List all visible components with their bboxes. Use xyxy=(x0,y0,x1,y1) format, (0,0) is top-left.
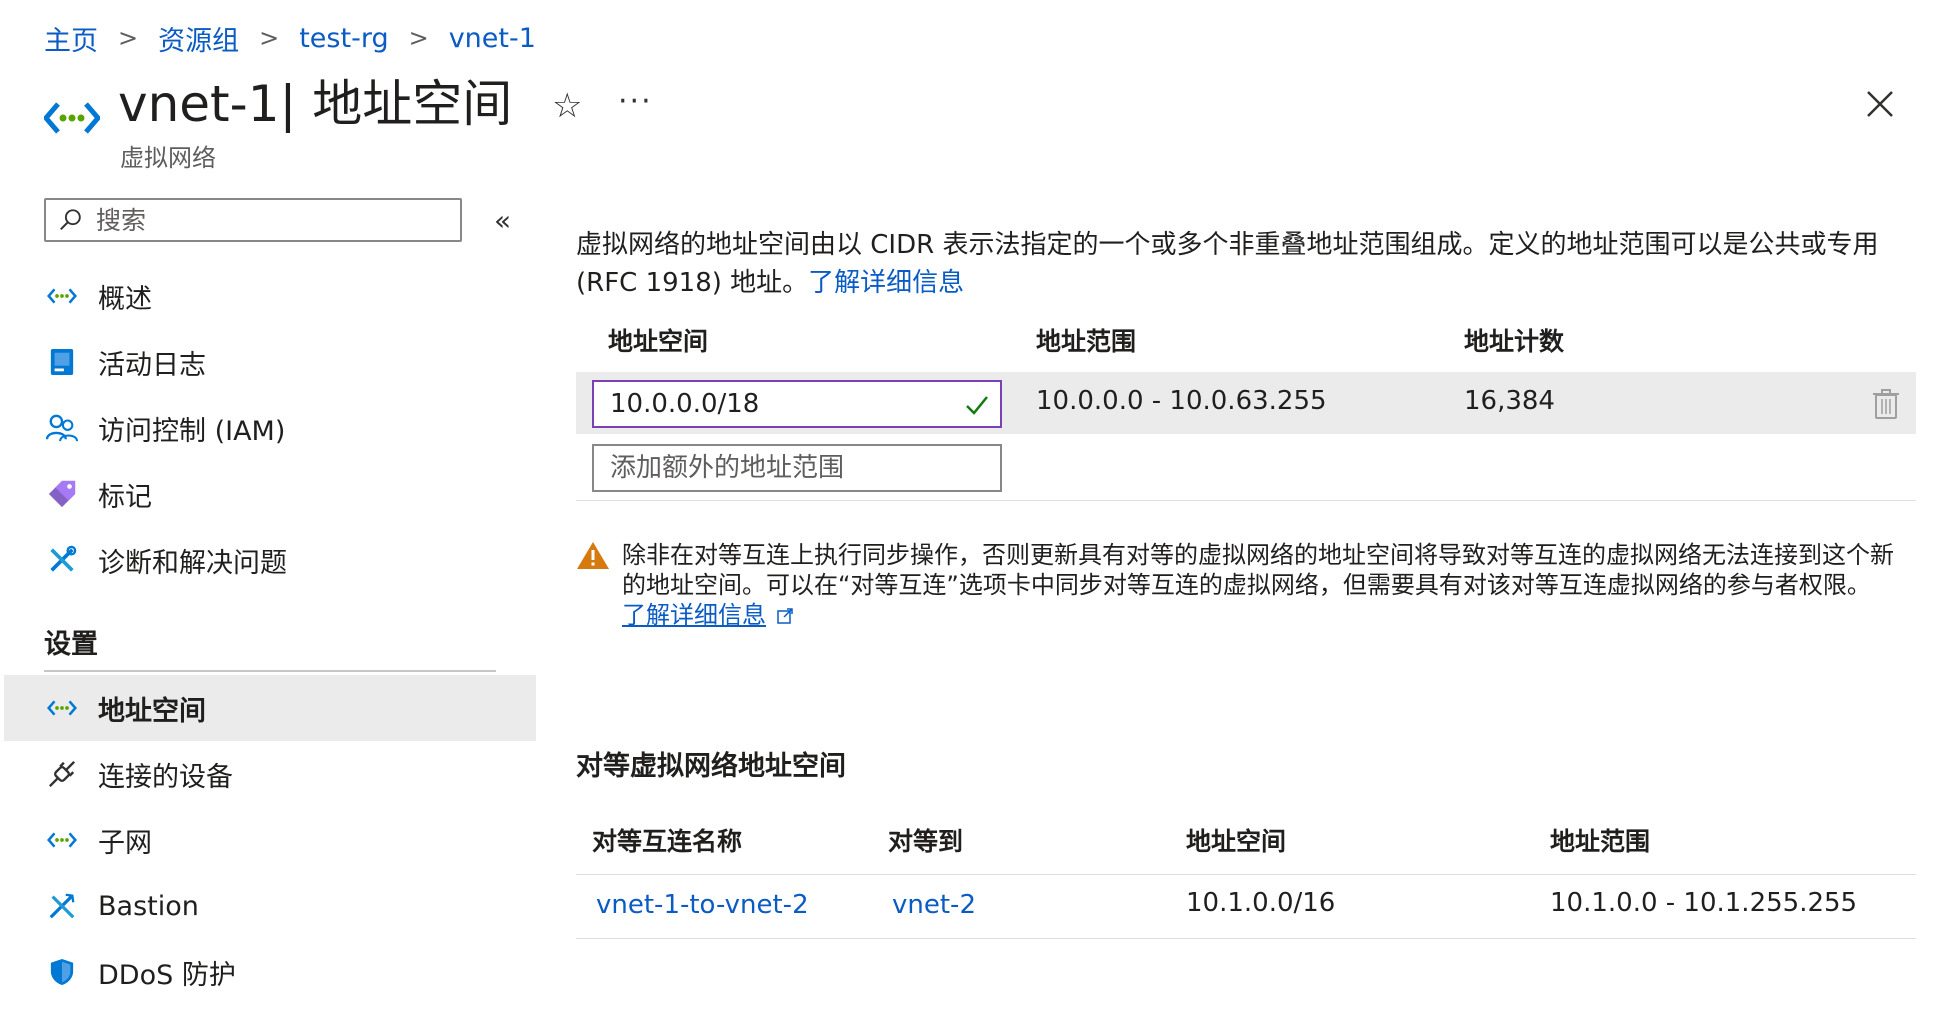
search-icon xyxy=(60,209,81,231)
iam-icon xyxy=(44,410,80,446)
peered-vnet-link[interactable]: vnet-2 xyxy=(892,890,976,920)
column-header-peered-to: 对等到 xyxy=(888,827,964,856)
column-header-address-space: 地址空间 xyxy=(608,327,709,356)
warning-message: 除非在对等互连上执行同步操作，否则更新具有对等的虚拟网络的地址空间将导致对等互连… xyxy=(622,540,1906,630)
peer-address-range-cell: 10.1.0.0 - 10.1.255.255 xyxy=(1550,888,1858,918)
sidebar-item-address-space[interactable]: 地址空间 xyxy=(4,675,536,741)
vnet-icon xyxy=(44,822,80,858)
address-space-input[interactable] xyxy=(608,388,952,420)
sidebar-item-label: 标记 xyxy=(98,481,152,513)
warning-learn-more-link[interactable]: 了解详细信息 xyxy=(622,601,766,629)
divider xyxy=(576,874,1916,875)
column-header-peer-address-space: 地址空间 xyxy=(1186,827,1287,856)
breadcrumb: 主页 > 资源组 > test-rg > vnet-1 xyxy=(44,18,536,58)
column-header-peering-name: 对等互连名称 xyxy=(592,827,743,856)
peer-address-space-cell: 10.1.0.0/16 xyxy=(1186,888,1336,918)
search-input[interactable] xyxy=(94,204,438,236)
collapse-sidebar-icon[interactable]: « xyxy=(494,204,511,237)
address-space-field[interactable] xyxy=(592,380,1002,428)
page-subtitle: 虚拟网络 xyxy=(120,144,216,172)
breadcrumb-resource-groups[interactable]: 资源组 xyxy=(158,19,239,58)
address-range-cell: 10.0.0.0 - 10.0.63.255 xyxy=(1036,386,1327,416)
sidebar-search[interactable] xyxy=(44,198,462,242)
more-options-icon[interactable]: ··· xyxy=(618,84,653,119)
sidebar-item-label: DDoS 防护 xyxy=(98,959,236,991)
sidebar-item-bastion[interactable]: Bastion xyxy=(4,874,536,938)
vnet-icon xyxy=(44,102,100,134)
favorite-star-icon[interactable]: ☆ xyxy=(552,86,582,126)
close-icon[interactable] xyxy=(1862,86,1898,122)
sidebar-item-activity-log[interactable]: 活动日志 xyxy=(4,330,536,394)
tag-icon xyxy=(44,476,80,512)
checkmark-icon xyxy=(966,396,988,415)
breadcrumb-separator: > xyxy=(118,24,139,52)
divider xyxy=(576,500,1916,501)
peering-name-link[interactable]: vnet-1-to-vnet-2 xyxy=(596,890,809,920)
warning-text: 除非在对等互连上执行同步操作，否则更新具有对等的虚拟网络的地址空间将导致对等互连… xyxy=(622,541,1894,599)
settings-heading: 设置 xyxy=(44,629,98,660)
vnet-icon xyxy=(44,278,80,314)
vnet-icon xyxy=(44,690,80,726)
sidebar-item-diagnose[interactable]: 诊断和解决问题 xyxy=(4,528,536,592)
sidebar-item-label: 活动日志 xyxy=(98,349,206,381)
address-space-description: 虚拟网络的地址空间由以 CIDR 表示法指定的一个或多个非重叠地址范围组成。定义… xyxy=(576,226,1904,302)
divider xyxy=(44,670,496,672)
wrench-icon xyxy=(44,542,80,578)
sidebar-item-label: 连接的设备 xyxy=(98,761,233,793)
sidebar-item-subnets[interactable]: 子网 xyxy=(4,808,536,872)
shield-icon xyxy=(44,954,80,990)
bastion-icon xyxy=(44,888,80,924)
breadcrumb-separator: > xyxy=(408,24,429,52)
sidebar-item-ddos[interactable]: DDoS 防护 xyxy=(4,940,536,1004)
sidebar-item-overview[interactable]: 概述 xyxy=(4,264,536,328)
sidebar-item-tags[interactable]: 标记 xyxy=(4,462,536,526)
breadcrumb-vnet[interactable]: vnet-1 xyxy=(449,23,536,54)
breadcrumb-separator: > xyxy=(259,24,280,52)
sidebar-item-label: 地址空间 xyxy=(98,695,206,727)
sidebar-item-label: 概述 xyxy=(98,283,152,315)
column-header-peer-address-range: 地址范围 xyxy=(1550,827,1651,856)
description-text: 虚拟网络的地址空间由以 CIDR 表示法指定的一个或多个非重叠地址范围组成。定义… xyxy=(576,230,1879,298)
learn-more-link[interactable]: 了解详细信息 xyxy=(808,268,964,298)
breadcrumb-home[interactable]: 主页 xyxy=(44,19,98,58)
sidebar-item-label: 子网 xyxy=(98,827,152,859)
sidebar-item-label: 访问控制 (IAM) xyxy=(98,415,286,447)
sidebar-item-label: 诊断和解决问题 xyxy=(98,547,287,579)
address-count-cell: 16,384 xyxy=(1464,386,1555,416)
plug-icon xyxy=(44,756,80,792)
page-title: vnet-1| 地址空间 xyxy=(118,75,513,133)
sidebar-item-iam[interactable]: 访问控制 (IAM) xyxy=(4,396,536,460)
breadcrumb-resource-group[interactable]: test-rg xyxy=(299,23,388,54)
sidebar-item-label: Bastion xyxy=(98,890,199,922)
sidebar-item-connected-devices[interactable]: 连接的设备 xyxy=(4,742,536,806)
delete-icon[interactable] xyxy=(1872,388,1900,420)
add-address-range-field[interactable] xyxy=(592,444,1002,492)
divider xyxy=(576,938,1916,939)
add-address-range-input[interactable] xyxy=(608,452,992,484)
column-header-address-count: 地址计数 xyxy=(1464,327,1565,356)
warning-icon xyxy=(577,542,609,569)
column-header-address-range: 地址范围 xyxy=(1036,327,1137,356)
activity-log-icon xyxy=(44,344,80,380)
peer-section-title: 对等虚拟网络地址空间 xyxy=(576,751,846,782)
external-link-icon xyxy=(777,608,793,624)
